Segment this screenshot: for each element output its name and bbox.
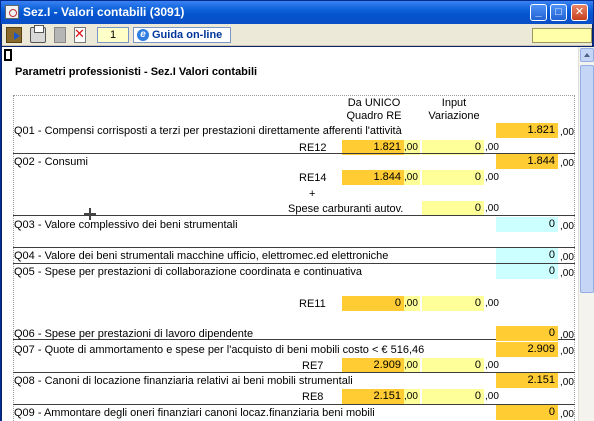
q07-total-cents: ,00 <box>560 346 574 357</box>
q08-variazione-field[interactable]: 0 <box>422 389 484 404</box>
page-number-field[interactable]: 1 <box>97 27 129 43</box>
scrollbar-thumb[interactable] <box>580 65 594 293</box>
q02-total-field[interactable]: 1.844 <box>496 154 558 169</box>
q05-variazione-cents: ,00 <box>485 298 499 309</box>
q02-label: Q02 - Consumi <box>14 156 88 168</box>
mouse-cursor-icon <box>84 208 96 220</box>
column-header-variazione: Input Variazione <box>428 97 480 122</box>
row-separator <box>13 372 575 373</box>
q08-variazione-cents: ,00 <box>485 391 499 402</box>
q08-label: Q08 - Canoni di locazione finanziaria re… <box>14 375 353 387</box>
q01-label: Q01 - Compensi corrisposti a terzi per p… <box>14 125 402 137</box>
online-help-button[interactable]: e Guida on-line <box>133 27 231 43</box>
minimize-button[interactable]: _ <box>530 4 547 21</box>
q08-unico-cents: ,00 <box>404 389 420 404</box>
browser-icon: e <box>137 29 149 41</box>
record-marker <box>4 49 12 61</box>
q07-unico-field[interactable]: 2.909 <box>342 358 404 373</box>
application-window: Sez.I - Valori contabili (3091) _ □ ✕ 1 … <box>0 0 594 421</box>
q07-unico-cents: ,00 <box>404 358 420 373</box>
q07-variazione-field[interactable]: 0 <box>422 358 484 373</box>
toolbar: 1 e Guida on-line <box>2 24 592 46</box>
q04-total-field[interactable]: 0 <box>496 248 558 263</box>
row-separator <box>13 263 575 264</box>
q06-total-field[interactable]: 0 <box>496 326 558 341</box>
q02-source-label: RE14 <box>299 172 327 184</box>
q05-variazione-field[interactable]: 0 <box>422 296 484 311</box>
q06-label: Q06 - Spese per prestazioni di lavoro di… <box>14 328 254 340</box>
q03-total-field[interactable]: 0 <box>496 217 558 232</box>
window-title: Sez.I - Valori contabili (3091) <box>23 5 185 19</box>
q08-unico-field[interactable]: 2.151 <box>342 389 404 404</box>
q01-total-cents: ,00 <box>560 127 574 138</box>
form-area: Parametri professionisti - Sez.I Valori … <box>2 47 578 421</box>
q08-total-cents: ,00 <box>560 377 574 388</box>
q02-unico-field[interactable]: 1.844 <box>342 170 404 185</box>
q08-source-label: RE8 <box>302 391 324 403</box>
row-separator <box>13 247 575 248</box>
q09-total-cents: ,00 <box>560 409 574 420</box>
print-icon[interactable] <box>30 25 46 43</box>
q02-plus-sign: + <box>309 188 316 200</box>
row-separator <box>13 153 575 154</box>
scroll-up-arrow-icon[interactable] <box>580 48 594 62</box>
q09-label: Q09 - Ammontare degli oneri finanziari c… <box>14 407 375 419</box>
exit-icon[interactable] <box>6 27 22 43</box>
title-bar[interactable]: Sez.I - Valori contabili (3091) _ □ ✕ <box>1 1 593 24</box>
vertical-scrollbar[interactable] <box>578 47 594 421</box>
online-help-label: Guida on-line <box>152 29 223 41</box>
close-button[interactable]: ✕ <box>571 4 588 21</box>
q05-unico-cents: ,00 <box>404 296 420 311</box>
row-separator <box>13 404 575 405</box>
q05-label: Q05 - Spese per prestazioni di collabora… <box>14 266 362 278</box>
q02-fuel-field[interactable]: 0 <box>422 201 484 216</box>
q09-total-field[interactable]: 0 <box>496 405 558 420</box>
q02-unico-cents: ,00 <box>404 170 420 185</box>
q05-total-cents: ,00 <box>560 268 574 279</box>
q05-unico-field[interactable]: 0 <box>342 296 404 311</box>
q05-total-field[interactable]: 0 <box>496 264 558 279</box>
q04-label: Q04 - Valore dei beni strumentali macchi… <box>14 250 389 262</box>
delete-document-icon[interactable] <box>74 26 86 43</box>
page-title: Parametri professionisti - Sez.I Valori … <box>15 66 258 78</box>
q02-total-cents: ,00 <box>560 158 574 169</box>
row-separator <box>13 215 575 216</box>
q02-variazione-cents: ,00 <box>485 172 499 183</box>
q02-fuel-cents: ,00 <box>485 203 499 214</box>
q03-label: Q03 - Valore complessivo dei beni strume… <box>14 219 238 231</box>
q01-total-field[interactable]: 1.821 <box>496 123 558 138</box>
column-header-unico: Da UNICO Quadro RE <box>346 97 402 122</box>
document-icon[interactable] <box>54 27 66 43</box>
q07-label: Q07 - Quote di ammortamento e spese per … <box>14 344 425 356</box>
q08-total-field[interactable]: 2.151 <box>496 373 558 388</box>
maximize-button[interactable]: □ <box>550 4 567 21</box>
app-icon[interactable] <box>5 5 19 19</box>
q07-source-label: RE7 <box>302 360 324 372</box>
q02-fuel-label: Spese carburanti autov. <box>288 203 404 215</box>
q03-total-cents: ,00 <box>560 221 574 232</box>
q06-total-cents: ,00 <box>560 330 574 341</box>
q02-variazione-field[interactable]: 0 <box>422 170 484 185</box>
q07-variazione-cents: ,00 <box>485 360 499 371</box>
q05-source-label: RE11 <box>299 298 326 310</box>
q07-total-field[interactable]: 2.909 <box>496 342 558 357</box>
status-field[interactable] <box>532 28 592 43</box>
